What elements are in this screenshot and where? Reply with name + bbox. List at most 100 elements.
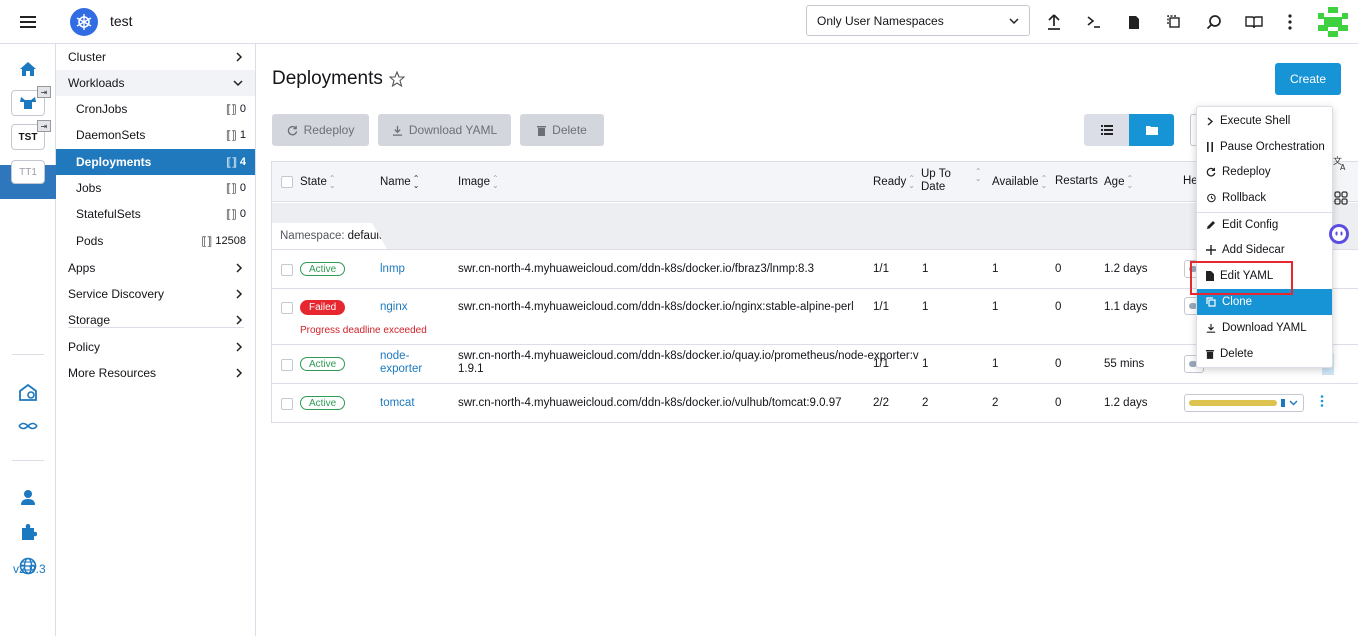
nav-group-storage[interactable]: Storage <box>56 307 255 333</box>
column-header-age[interactable]: Age ⌃ ⌄ <box>1104 174 1134 190</box>
status-badge: Active <box>300 396 346 410</box>
table-row[interactable]: Active tomcat swr.cn-north-4.myhuaweiclo… <box>272 383 1358 422</box>
sort-icon: ⌃ ⌄ <box>328 174 336 190</box>
resource-count-icon: ⟦⟧ <box>225 182 237 195</box>
chevron-right-icon <box>236 263 243 273</box>
nav-item-label: Deployments <box>76 155 152 169</box>
top-bar <box>0 0 1358 44</box>
column-header-ready[interactable]: Ready ⌃ ⌄ <box>873 174 915 190</box>
nav-item-cronjobs[interactable]: CronJobs ⟦⟧ 0 <box>56 96 255 122</box>
row-checkbox[interactable] <box>281 398 293 410</box>
version-link[interactable]: v2.9.3 <box>13 562 46 576</box>
row-checkbox[interactable] <box>281 264 293 276</box>
flat-list-view-button[interactable] <box>1084 114 1129 146</box>
menu-item-pause-orchestration[interactable]: Pause Orchestration <box>1197 134 1332 160</box>
nav-group-cluster[interactable]: Cluster <box>56 44 255 70</box>
image-line: swr.cn-north-4.myhuaweicloud.com/ddn-k8s… <box>458 350 919 362</box>
home-icon[interactable] <box>16 57 40 81</box>
create-button[interactable]: Create <box>1275 63 1341 95</box>
deployment-name-link[interactable]: tomcat <box>380 397 415 409</box>
menu-item-redeploy[interactable]: Redeploy <box>1197 159 1332 185</box>
search-icon[interactable] <box>1203 11 1225 33</box>
chevron-down-icon <box>1289 400 1298 406</box>
file-icon[interactable] <box>1123 11 1145 33</box>
nav-group-workloads[interactable]: Workloads <box>56 70 255 96</box>
column-header-up-to-date[interactable]: Up To Date ⌃ ⌄ <box>921 168 982 194</box>
menu-item-download-yaml[interactable]: Download YAML <box>1197 315 1332 341</box>
copy-icon[interactable] <box>1163 11 1185 33</box>
pin-icon[interactable]: ⇥ <box>37 86 51 98</box>
restarts-cell: 0 <box>1055 301 1062 313</box>
hamburger-menu-icon[interactable] <box>14 11 42 33</box>
download-yaml-button[interactable]: Download YAML <box>378 114 511 146</box>
resource-count-icon: ⟦⟧ <box>226 156 237 169</box>
copy-icon <box>1206 297 1216 307</box>
terminal-icon[interactable] <box>1083 11 1105 33</box>
menu-item-edit-config[interactable]: Edit Config <box>1197 212 1332 238</box>
pin-icon[interactable]: ⇥ <box>37 120 51 132</box>
kubernetes-logo-icon <box>70 8 98 36</box>
menu-item-add-sidecar[interactable]: Add Sidecar <box>1197 237 1332 263</box>
column-header-available[interactable]: Available ⌃ ⌄ <box>992 174 1048 190</box>
nav-group-service-discovery[interactable]: Service Discovery <box>56 281 255 307</box>
book-icon[interactable] <box>1243 11 1265 33</box>
sort-icon: ⌃ ⌄ <box>908 174 915 190</box>
ready-cell: 1/1 <box>873 358 889 370</box>
upload-icon[interactable] <box>1043 11 1065 33</box>
nav-item-pods[interactable]: Pods ⟦⟧ 12508 <box>56 228 255 254</box>
nav-group-label: Storage <box>68 313 111 327</box>
rail-divider <box>12 460 44 461</box>
sort-icon: ⌃ ⌄ <box>1040 174 1048 190</box>
count-value: 1 <box>239 129 246 141</box>
delete-button[interactable]: Delete <box>520 114 604 146</box>
column-header-state[interactable]: State ⌃ ⌄ <box>300 174 336 190</box>
nav-group-policy[interactable]: Policy <box>56 334 255 360</box>
restarts-cell: 0 <box>1055 263 1062 275</box>
assistant-bot-icon[interactable] <box>1325 222 1353 246</box>
nav-group-label: Workloads <box>68 76 125 90</box>
users-icon[interactable] <box>16 485 40 509</box>
nav-item-jobs[interactable]: Jobs ⟦⟧ 0 <box>56 175 255 201</box>
nav-item-daemonsets[interactable]: DaemonSets ⟦⟧ 1 <box>56 122 255 148</box>
cluster-badge-tt1[interactable]: TT1 <box>11 160 45 184</box>
column-header-image[interactable]: Image ⌃ ⌄ <box>458 175 499 190</box>
menu-item-execute-shell[interactable]: Execute Shell <box>1197 108 1332 134</box>
apps-grid-icon[interactable] <box>1330 187 1352 209</box>
deployment-name-link[interactable]: lnmp <box>380 263 405 275</box>
translate-icon[interactable]: 文A <box>1330 152 1352 174</box>
column-header-name[interactable]: Name ⌃ ⌄ <box>380 175 419 190</box>
redeploy-button[interactable]: Redeploy <box>272 114 369 146</box>
nav-item-count: ⟦⟧ 1 <box>226 129 246 142</box>
deployment-name-link[interactable]: node-exporter <box>380 350 422 376</box>
chevron-down-icon <box>233 79 243 87</box>
nav-item-statefulsets[interactable]: StatefulSets ⟦⟧ 0 <box>56 201 255 227</box>
nav-group-label: More Resources <box>68 366 157 380</box>
health-indicator[interactable] <box>1184 394 1304 412</box>
group-by-namespace-button[interactable] <box>1129 114 1174 146</box>
nav-group-apps[interactable]: Apps <box>56 255 255 281</box>
name-line: node- <box>380 350 410 362</box>
nav-item-label: Pods <box>76 234 104 248</box>
nav-item-deployments[interactable]: Deployments ⟦⟧ 4 <box>56 149 255 175</box>
nav-group-more-resources[interactable]: More Resources <box>56 360 255 386</box>
more-vertical-icon[interactable] <box>1279 11 1301 33</box>
header-label-line: Up To <box>921 168 951 180</box>
row-checkbox[interactable] <box>281 359 293 371</box>
star-icon[interactable] <box>388 71 405 87</box>
cluster-name: test <box>110 13 133 29</box>
cluster-manager-icon[interactable] <box>16 380 40 404</box>
menu-item-rollback[interactable]: Rollback <box>1197 185 1332 211</box>
select-all-checkbox[interactable] <box>281 176 293 188</box>
column-header-restarts[interactable]: Restarts <box>1055 175 1098 187</box>
menu-item-delete[interactable]: Delete <box>1197 341 1332 367</box>
row-actions-kebab[interactable] <box>1320 395 1324 407</box>
extensions-icon[interactable] <box>16 520 40 544</box>
chevron-down-icon <box>1009 17 1019 25</box>
fleet-icon[interactable] <box>16 414 40 438</box>
deployment-name-link[interactable]: nginx <box>380 301 408 313</box>
namespace-filter-select[interactable]: Only User Namespaces <box>806 5 1030 36</box>
row-checkbox[interactable] <box>281 302 293 314</box>
header-label: Name <box>380 176 411 188</box>
user-avatar[interactable] <box>1318 7 1348 37</box>
sort-icon: ⌃ ⌄ <box>1126 174 1134 190</box>
